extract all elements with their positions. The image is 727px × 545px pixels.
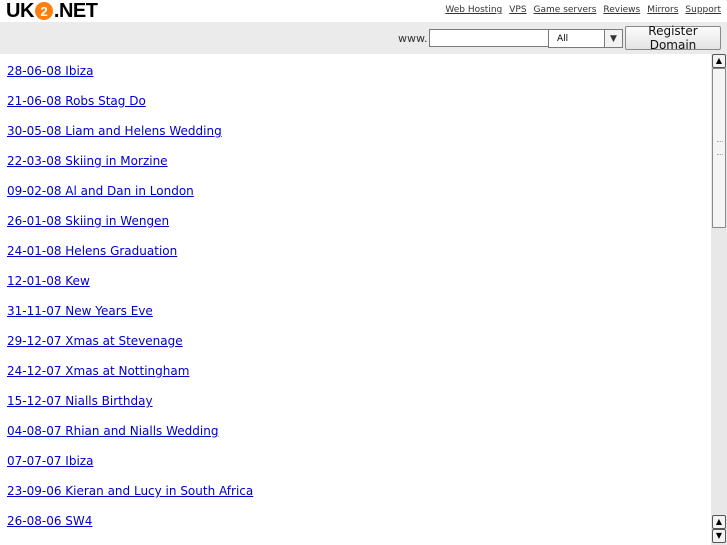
site-header: UK 2 .NET Web Hosting VPS Game servers Rev… — [0, 0, 727, 22]
list-item[interactable]: 23-09-06 Kieran and Lucy in South Africa — [7, 484, 253, 498]
list-item[interactable]: 26-08-06 SW4 — [7, 514, 92, 528]
tld-select-value: All — [557, 33, 569, 44]
nav-link-vps[interactable]: VPS — [509, 5, 526, 15]
list-item[interactable]: 15-12-07 Nialls Birthday — [7, 394, 153, 408]
register-domain-button[interactable]: Register Domain — [625, 24, 721, 52]
list-item[interactable]: 31-11-07 New Years Eve — [7, 304, 153, 318]
logo-text-right: .NET — [53, 0, 98, 22]
scrollbar-grip — [717, 141, 723, 155]
list-item[interactable]: 29-12-07 Xmas at Stevenage — [7, 334, 183, 348]
triangle-up-icon[interactable]: ▲ — [712, 515, 726, 529]
triangle-down-icon[interactable]: ▼ — [712, 529, 726, 543]
list-item[interactable]: 09-02-08 Al and Dan in London — [7, 184, 194, 198]
nav-link-mirrors[interactable]: Mirrors — [647, 5, 678, 15]
nav-link-support[interactable]: Support — [685, 5, 721, 15]
list-item[interactable]: 30-05-08 Liam and Helens Wedding — [7, 124, 222, 138]
list-item[interactable]: 24-12-07 Xmas at Nottingham — [7, 364, 189, 378]
gallery-list: 28-06-08 Ibiza 21-06-08 Robs Stag Do 30-… — [0, 54, 711, 545]
triangle-down-icon[interactable]: ▼ — [604, 30, 622, 47]
list-item[interactable]: 28-06-08 Ibiza — [7, 64, 93, 78]
top-nav: Web Hosting VPS Game servers Reviews Mir… — [445, 5, 721, 15]
nav-link-reviews[interactable]: Reviews — [603, 5, 640, 15]
list-item[interactable]: 04-08-07 Rhian and Nialls Wedding — [7, 424, 218, 438]
list-item[interactable]: 07-07-07 Ibiza — [7, 454, 93, 468]
scrollbar-thumb[interactable] — [712, 68, 726, 228]
list-item[interactable]: 26-01-08 Skiing in Wengen — [7, 214, 169, 228]
domain-search-bar: www. All ▼ Register Domain — [0, 22, 727, 54]
vertical-scrollbar[interactable]: ▲ ▲ ▼ — [711, 54, 727, 545]
nav-link-web-hosting[interactable]: Web Hosting — [445, 5, 502, 15]
logo-two-badge: 2 — [34, 2, 53, 20]
list-item[interactable]: 22-03-08 Skiing in Morzine — [7, 154, 168, 168]
tld-select[interactable]: All ▼ — [548, 29, 623, 48]
domain-name-input[interactable] — [429, 29, 549, 47]
list-item[interactable]: 21-06-08 Robs Stag Do — [7, 94, 146, 108]
site-logo[interactable]: UK 2 .NET — [6, 0, 98, 22]
list-item[interactable]: 24-01-08 Helens Graduation — [7, 244, 177, 258]
list-item[interactable]: 12-01-08 Kew — [7, 274, 90, 288]
logo-text-left: UK — [6, 0, 34, 22]
triangle-up-icon[interactable]: ▲ — [712, 54, 726, 68]
www-prefix-label: www. — [398, 32, 428, 45]
nav-link-game-servers[interactable]: Game servers — [534, 5, 597, 15]
